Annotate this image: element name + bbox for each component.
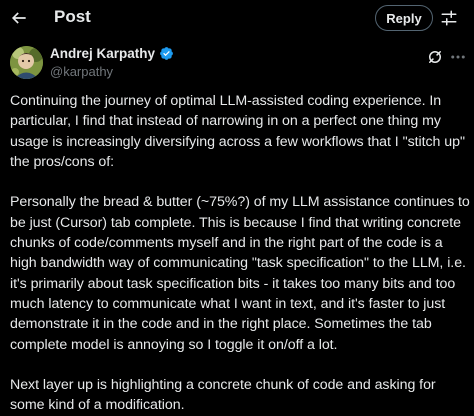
more-options-button[interactable] bbox=[448, 48, 468, 66]
author-name[interactable]: Andrej Karpathy bbox=[50, 45, 174, 62]
page-title: Post bbox=[54, 7, 91, 26]
grok-icon bbox=[429, 51, 441, 63]
avatar[interactable] bbox=[10, 46, 43, 79]
more-horizontal-icon bbox=[451, 55, 465, 59]
sliders-icon bbox=[441, 10, 457, 26]
back-button[interactable] bbox=[4, 3, 34, 33]
arrow-left-icon bbox=[11, 12, 26, 24]
post-paragraph: Personally the bread & butter (~75%?) of… bbox=[10, 194, 470, 353]
author-handle[interactable]: @karpathy bbox=[50, 64, 113, 80]
post-paragraph: Continuing the journey of optimal LLM-as… bbox=[10, 93, 465, 170]
grok-button[interactable] bbox=[426, 48, 444, 66]
filter-settings-button[interactable] bbox=[437, 6, 461, 30]
verified-badge-icon[interactable] bbox=[159, 46, 174, 61]
post-text: Continuing the journey of optimal LLM-as… bbox=[10, 91, 470, 416]
author-name-text: Andrej Karpathy bbox=[50, 46, 156, 61]
reply-button[interactable]: Reply bbox=[375, 5, 433, 31]
avatar-image bbox=[10, 46, 43, 79]
top-bar: Post Reply bbox=[0, 0, 474, 36]
post-paragraph: Next layer up is highlighting a concrete… bbox=[10, 377, 436, 414]
